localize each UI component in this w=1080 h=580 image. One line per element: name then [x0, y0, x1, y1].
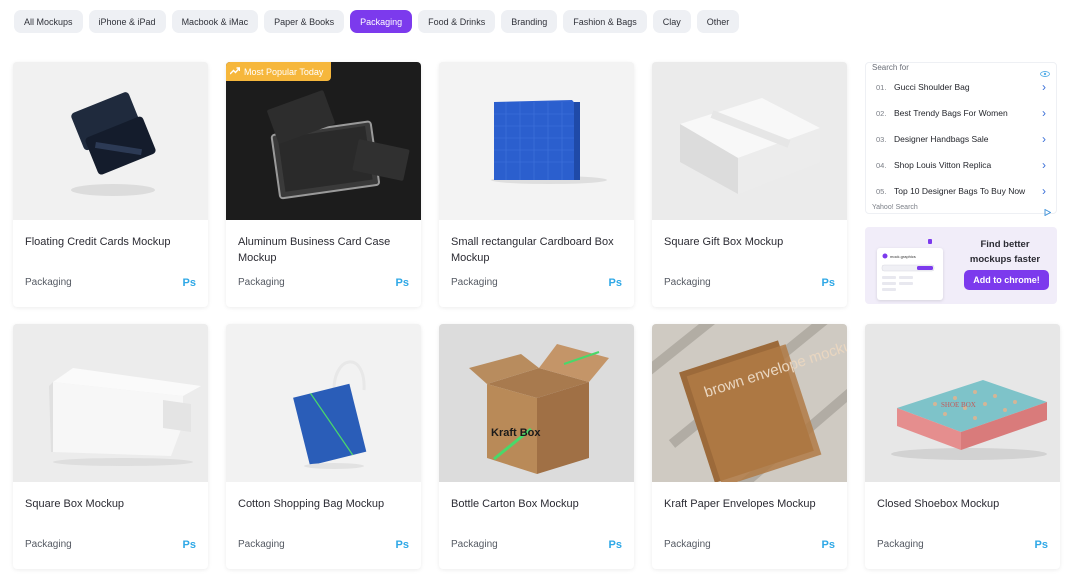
filter-branding[interactable]: Branding: [501, 10, 558, 33]
mockup-thumbnail[interactable]: Kraft Box: [439, 324, 634, 482]
filter-food-drinks[interactable]: Food & Drinks: [418, 10, 496, 33]
chevron-right-icon[interactable]: ›: [1042, 184, 1058, 198]
card-category[interactable]: Packaging: [664, 277, 711, 288]
photoshop-icon: Ps: [608, 539, 622, 551]
chevron-right-icon[interactable]: ›: [1042, 106, 1058, 120]
photoshop-icon: Ps: [1034, 539, 1048, 551]
photoshop-icon: Ps: [395, 539, 409, 551]
card-category[interactable]: Packaging: [25, 539, 72, 550]
add-to-chrome-button[interactable]: Add to chrome!: [964, 270, 1049, 290]
promo-title: Find better mockups faster: [969, 239, 1041, 265]
suggestion-number: 05.: [876, 186, 887, 196]
mockup-card[interactable]: brown envelope mockup Kraft Paper Envelo…: [652, 324, 847, 569]
search-suggestion[interactable]: 01. Gucci Shoulder Bag ›: [866, 74, 1058, 100]
extension-preview-image: mock.graphics: [877, 248, 943, 300]
card-title[interactable]: Kraft Paper Envelopes Mockup: [664, 496, 835, 512]
card-category[interactable]: Packaging: [664, 539, 711, 550]
kraft-box-print: Kraft Box: [491, 427, 541, 439]
mockup-card[interactable]: Small rectangular Cardboard Box Mockup P…: [439, 62, 634, 307]
card-title[interactable]: Cotton Shopping Bag Mockup: [238, 496, 409, 512]
card-title[interactable]: Bottle Carton Box Mockup: [451, 496, 622, 512]
preview-brand: mock.graphics: [890, 254, 916, 259]
popular-badge-label: Most Popular Today: [244, 66, 324, 77]
suggestion-text[interactable]: Top 10 Designer Bags To Buy Now: [894, 186, 1042, 196]
filter-all-mockups[interactable]: All Mockups: [14, 10, 83, 33]
mockup-card[interactable]: Kraft Box Bottle Carton Box Mockup Packa…: [439, 324, 634, 569]
card-title[interactable]: Square Box Mockup: [25, 496, 196, 512]
eye-icon[interactable]: [1040, 64, 1050, 77]
filter-paper-books[interactable]: Paper & Books: [264, 10, 345, 33]
filter-macbook-imac[interactable]: Macbook & iMac: [171, 10, 259, 33]
card-category[interactable]: Packaging: [451, 277, 498, 288]
search-ad-header: Search for: [872, 63, 909, 72]
card-category[interactable]: Packaging: [451, 539, 498, 550]
suggestion-number: 03.: [876, 134, 887, 144]
card-title[interactable]: Floating Credit Cards Mockup: [25, 234, 196, 250]
search-suggestion[interactable]: 02. Best Trendy Bags For Women ›: [866, 100, 1058, 126]
mockup-card[interactable]: Most Popular Today Aluminum Business Car…: [226, 62, 421, 307]
card-title[interactable]: Square Gift Box Mockup: [664, 234, 835, 250]
chevron-right-icon[interactable]: ›: [1042, 158, 1058, 172]
chevron-right-icon[interactable]: ›: [1042, 132, 1058, 146]
filter-iphone-ipad[interactable]: iPhone & iPad: [88, 10, 166, 33]
mockup-thumbnail[interactable]: [13, 324, 208, 482]
suggestion-text[interactable]: Designer Handbags Sale: [894, 134, 1042, 144]
photoshop-icon: Ps: [821, 539, 835, 551]
trending-icon: [229, 66, 241, 77]
mockup-thumbnail[interactable]: [13, 62, 208, 220]
photoshop-icon: Ps: [608, 277, 622, 289]
filter-fashion-bags[interactable]: Fashion & Bags: [563, 10, 647, 33]
shoebox-print: SHOE BOX: [941, 401, 976, 409]
mockup-card[interactable]: Square Gift Box Mockup Packaging Ps: [652, 62, 847, 307]
filter-clay[interactable]: Clay: [652, 10, 691, 33]
photoshop-icon: Ps: [182, 539, 196, 551]
ad-choices-icon[interactable]: [1044, 203, 1052, 217]
card-category[interactable]: Packaging: [238, 539, 285, 550]
mockup-thumbnail[interactable]: [439, 62, 634, 220]
card-title[interactable]: Aluminum Business Card Case Mockup: [238, 234, 409, 266]
suggestion-number: 01.: [876, 82, 887, 92]
card-category[interactable]: Packaging: [877, 539, 924, 550]
search-suggestion[interactable]: 05. Top 10 Designer Bags To Buy Now ›: [866, 178, 1058, 204]
chrome-extension-promo: mock.graphics Find better mockups faster…: [865, 227, 1057, 304]
popular-badge: Most Popular Today: [226, 62, 332, 81]
mockup-card[interactable]: SHOE BOX Closed Shoebox Mockup Packaging…: [865, 324, 1060, 569]
mockup-card[interactable]: Floating Credit Cards Mockup Packaging P…: [13, 62, 208, 307]
mockup-thumbnail[interactable]: [652, 62, 847, 220]
category-filter-bar: All Mockups iPhone & iPad Macbook & iMac…: [14, 10, 740, 33]
photoshop-icon: Ps: [182, 277, 196, 289]
card-category[interactable]: Packaging: [238, 277, 285, 288]
filter-packaging[interactable]: Packaging: [350, 10, 413, 33]
suggestion-number: 04.: [876, 160, 887, 170]
card-title[interactable]: Closed Shoebox Mockup: [877, 496, 1048, 512]
card-category[interactable]: Packaging: [25, 277, 72, 288]
card-title[interactable]: Small rectangular Cardboard Box Mockup: [451, 234, 622, 266]
mockup-card[interactable]: Square Box Mockup Packaging Ps: [13, 324, 208, 569]
preview-accent-dot: [928, 239, 932, 244]
filter-other[interactable]: Other: [696, 10, 740, 33]
mockup-thumbnail[interactable]: brown envelope mockup: [652, 324, 847, 482]
chevron-right-icon[interactable]: ›: [1042, 80, 1058, 94]
search-ad-panel: Search for 01. Gucci Shoulder Bag › 02. …: [865, 62, 1058, 217]
mockup-thumbnail[interactable]: [226, 324, 421, 482]
suggestion-text[interactable]: Gucci Shoulder Bag: [894, 82, 1042, 92]
search-suggestion[interactable]: 04. Shop Louis Vitton Replica ›: [866, 152, 1058, 178]
mockup-thumbnail[interactable]: Most Popular Today: [226, 62, 421, 220]
mockup-card[interactable]: Cotton Shopping Bag Mockup Packaging Ps: [226, 324, 421, 569]
photoshop-icon: Ps: [821, 277, 835, 289]
search-suggestion[interactable]: 03. Designer Handbags Sale ›: [866, 126, 1058, 152]
suggestion-number: 02.: [876, 108, 887, 118]
mockup-thumbnail[interactable]: SHOE BOX: [865, 324, 1060, 482]
suggestion-text[interactable]: Best Trendy Bags For Women: [894, 108, 1042, 118]
search-ad-footer[interactable]: Yahoo! Search: [872, 204, 918, 211]
suggestion-text[interactable]: Shop Louis Vitton Replica: [894, 160, 1042, 170]
photoshop-icon: Ps: [395, 277, 409, 289]
